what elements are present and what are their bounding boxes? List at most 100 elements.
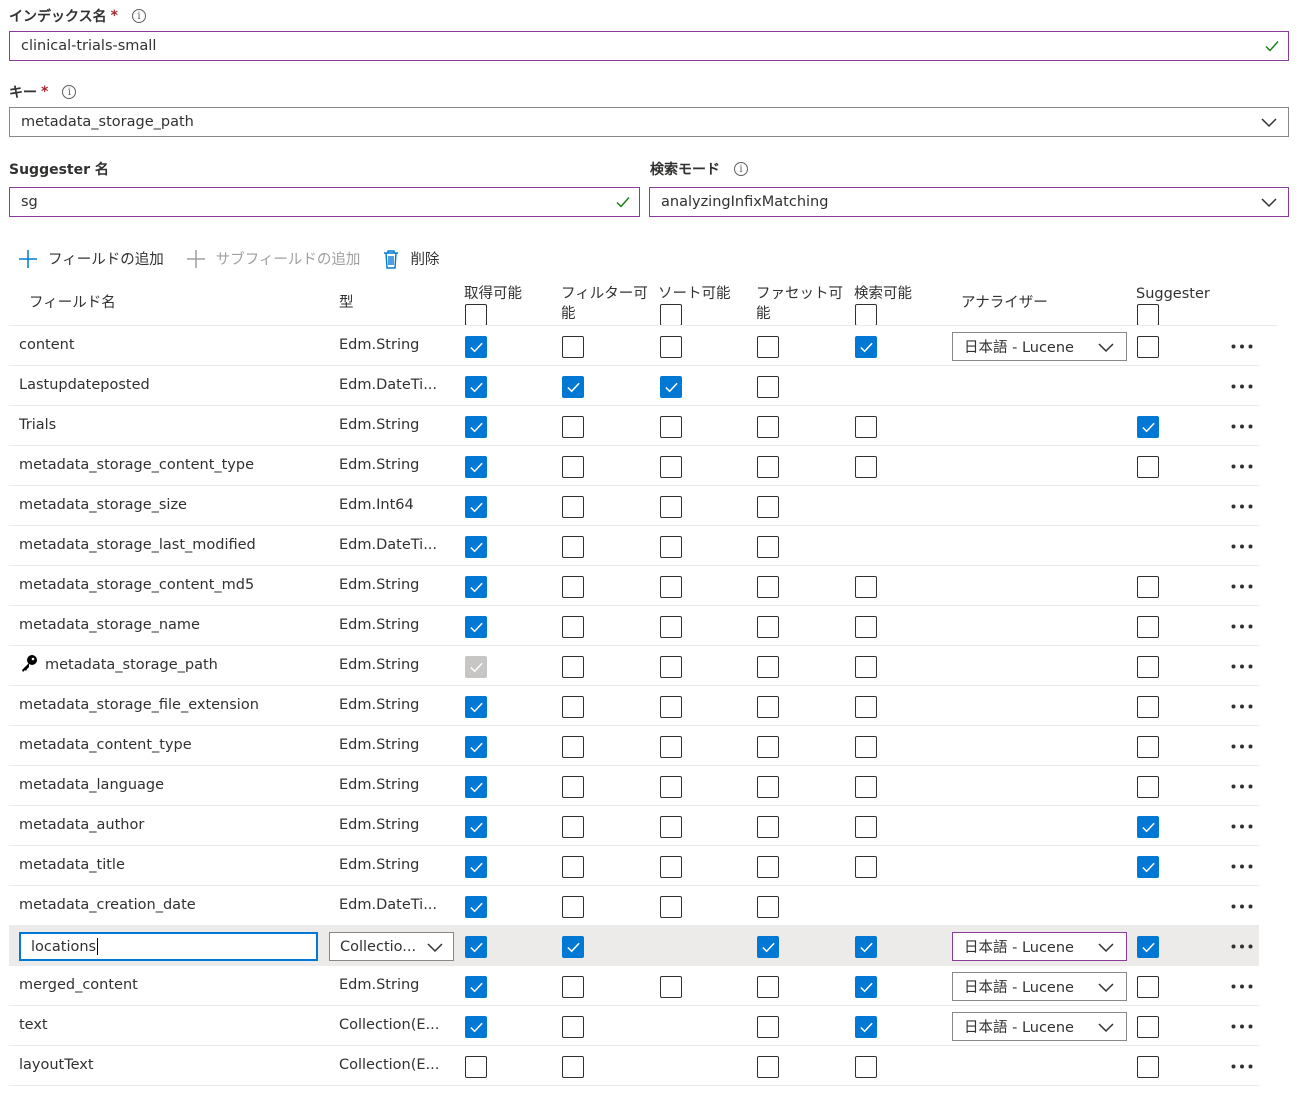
table-row[interactable]: Lastupdateposted Edm.DateTi... [9,366,1259,406]
suggester-checkbox[interactable] [1137,776,1159,798]
searchable-checkbox[interactable] [855,576,877,598]
filterable-checkbox[interactable] [562,336,584,358]
sortable-checkbox[interactable] [660,896,682,918]
more-options-icon[interactable] [1231,664,1253,669]
suggester-checkbox[interactable] [1137,816,1159,838]
retrievable-checkbox[interactable] [465,536,487,558]
more-options-icon[interactable] [1231,344,1253,349]
filterable-checkbox[interactable] [562,616,584,638]
suggester-checkbox[interactable] [1137,696,1159,718]
retrievable-checkbox[interactable] [465,376,487,398]
table-row[interactable]: metadata_storage_content_md5 Edm.String [9,566,1259,606]
retrievable-checkbox[interactable] [465,416,487,438]
table-row[interactable]: metadata_storage_file_extension Edm.Strin… [9,686,1259,726]
searchable-checkbox[interactable] [855,1056,877,1078]
table-row[interactable]: text Collection(E... 日本語 - Lucene [9,1006,1259,1046]
suggester-checkbox[interactable] [1137,936,1159,958]
filterable-checkbox[interactable] [562,976,584,998]
more-options-icon[interactable] [1231,864,1253,869]
retrievable-checkbox[interactable] [465,336,487,358]
table-row[interactable]: content Edm.String 日本語 - Lucene [9,326,1259,366]
analyzer-dropdown[interactable]: 日本語 - Lucene [952,972,1127,1001]
searchable-checkbox[interactable] [855,616,877,638]
more-options-icon[interactable] [1231,464,1253,469]
index-name-input[interactable]: clinical-trials-small [9,31,1289,61]
sortable-checkbox[interactable] [660,816,682,838]
select-all-retrievable-checkbox[interactable] [465,304,487,326]
facetable-checkbox[interactable] [757,376,779,398]
facetable-checkbox[interactable] [757,776,779,798]
table-row[interactable]: metadata_storage_name Edm.String [9,606,1259,646]
more-options-icon[interactable] [1231,584,1253,589]
more-options-icon[interactable] [1231,744,1253,749]
table-row[interactable]: metadata_storage_size Edm.Int64 [9,486,1259,526]
facetable-checkbox[interactable] [757,536,779,558]
filterable-checkbox[interactable] [562,696,584,718]
table-row[interactable]: metadata_title Edm.String [9,846,1259,886]
suggester-checkbox[interactable] [1137,856,1159,878]
filterable-checkbox[interactable] [562,936,584,958]
suggester-checkbox[interactable] [1137,456,1159,478]
more-options-icon[interactable] [1231,624,1253,629]
sortable-checkbox[interactable] [660,776,682,798]
suggester-checkbox[interactable] [1137,736,1159,758]
table-row[interactable]: metadata_language Edm.String [9,766,1259,806]
analyzer-dropdown[interactable]: 日本語 - Lucene [952,932,1127,961]
filterable-checkbox[interactable] [562,816,584,838]
facetable-checkbox[interactable] [757,896,779,918]
more-options-icon[interactable] [1231,544,1253,549]
more-options-icon[interactable] [1231,504,1253,509]
info-icon[interactable]: i [734,162,748,176]
filterable-checkbox[interactable] [562,496,584,518]
facetable-checkbox[interactable] [757,416,779,438]
facetable-checkbox[interactable] [757,816,779,838]
table-row[interactable]: merged_content Edm.String 日本語 - Lucene [9,966,1259,1006]
searchable-checkbox[interactable] [855,336,877,358]
sortable-checkbox[interactable] [660,416,682,438]
facetable-checkbox[interactable] [757,976,779,998]
facetable-checkbox[interactable] [757,576,779,598]
more-options-icon[interactable] [1231,384,1253,389]
suggester-checkbox[interactable] [1137,616,1159,638]
info-icon[interactable]: i [62,85,77,99]
field-name-input[interactable]: locations [19,932,318,961]
key-dropdown[interactable]: metadata_storage_path [9,107,1289,137]
sortable-checkbox[interactable] [660,696,682,718]
suggester-checkbox[interactable] [1137,576,1159,598]
retrievable-checkbox[interactable] [465,856,487,878]
sortable-checkbox[interactable] [660,456,682,478]
add-field-button[interactable]: フィールドの追加 [18,248,164,269]
facetable-checkbox[interactable] [757,656,779,678]
searchable-checkbox[interactable] [855,856,877,878]
more-options-icon[interactable] [1231,984,1253,989]
filterable-checkbox[interactable] [562,576,584,598]
retrievable-checkbox[interactable] [465,776,487,798]
sortable-checkbox[interactable] [660,336,682,358]
search-mode-dropdown[interactable]: analyzingInfixMatching [649,187,1289,217]
searchable-checkbox[interactable] [855,936,877,958]
add-subfield-button[interactable]: サブフィールドの追加 [186,248,360,269]
select-all-suggester-checkbox[interactable] [1137,304,1159,326]
analyzer-dropdown[interactable]: 日本語 - Lucene [952,332,1127,361]
filterable-checkbox[interactable] [562,456,584,478]
facetable-checkbox[interactable] [757,336,779,358]
more-options-icon[interactable] [1231,1024,1253,1029]
more-options-icon[interactable] [1231,424,1253,429]
filterable-checkbox[interactable] [562,656,584,678]
facetable-checkbox[interactable] [757,736,779,758]
more-options-icon[interactable] [1231,1064,1253,1069]
facetable-checkbox[interactable] [757,856,779,878]
table-row[interactable]: Trials Edm.String [9,406,1259,446]
info-icon[interactable]: i [131,9,146,23]
filterable-checkbox[interactable] [562,856,584,878]
searchable-checkbox[interactable] [855,656,877,678]
retrievable-checkbox[interactable] [465,816,487,838]
table-row[interactable]: metadata_author Edm.String [9,806,1259,846]
sortable-checkbox[interactable] [660,856,682,878]
more-options-icon[interactable] [1231,904,1253,909]
facetable-checkbox[interactable] [757,1056,779,1078]
filterable-checkbox[interactable] [562,776,584,798]
retrievable-checkbox[interactable] [465,496,487,518]
searchable-checkbox[interactable] [855,696,877,718]
table-row[interactable]: metadata_storage_content_type Edm.String [9,446,1259,486]
